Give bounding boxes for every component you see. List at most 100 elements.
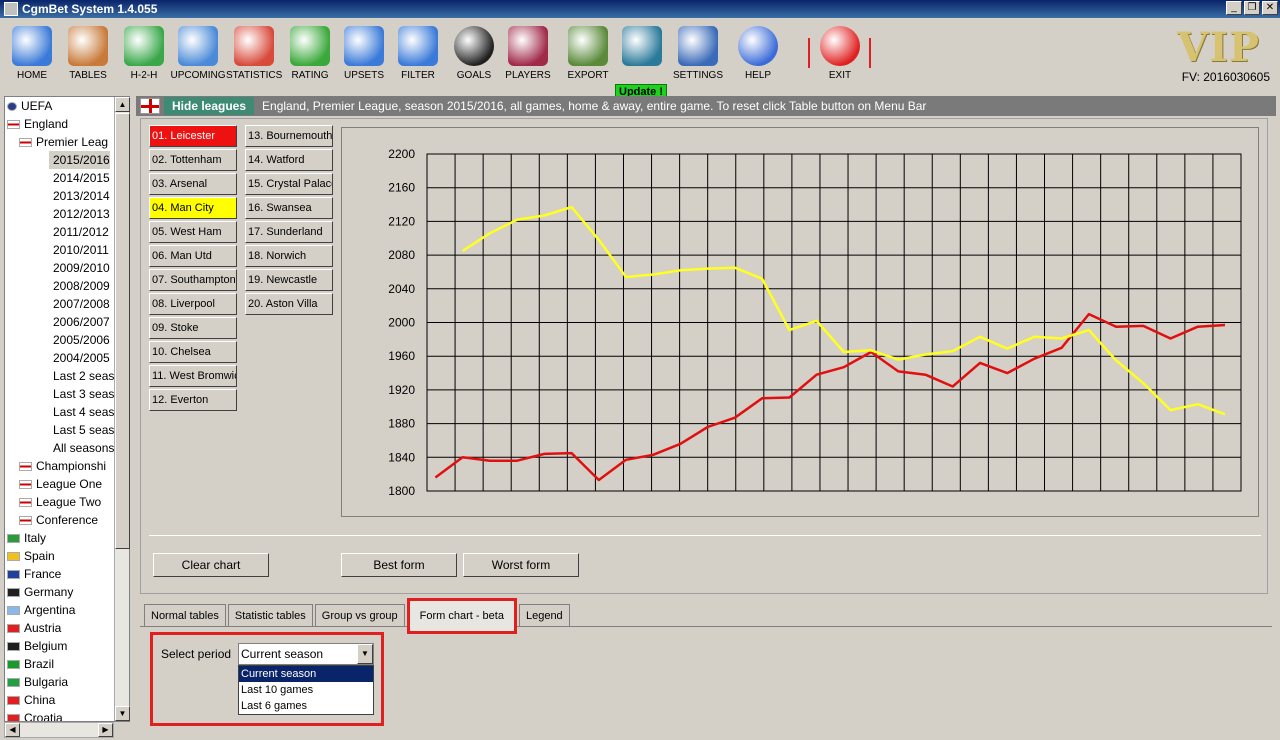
toolbar-button-goals[interactable]: GOALS — [446, 24, 502, 81]
tab-normal-tables[interactable]: Normal tables — [144, 604, 226, 626]
period-option[interactable]: Current season — [239, 666, 373, 682]
team-button[interactable]: 02. Tottenham — [149, 149, 237, 171]
tree-season-item[interactable]: Last 2 seas — [49, 367, 114, 385]
tree-horizontal-scrollbar[interactable]: ◀ ▶ — [4, 722, 114, 738]
tree-node[interactable]: Belgium — [7, 637, 67, 655]
toolbar-button-settings[interactable]: SETTINGS — [670, 24, 726, 81]
tree-season-item[interactable]: 2013/2014 — [49, 187, 110, 205]
team-button[interactable]: 09. Stoke — [149, 317, 237, 339]
tree-node[interactable]: Argentina — [7, 601, 75, 619]
team-button[interactable]: 03. Arsenal — [149, 173, 237, 195]
tree-node[interactable]: UEFA — [7, 97, 52, 115]
tree-node[interactable]: Italy — [7, 529, 46, 547]
tree-node[interactable]: Championshi — [19, 457, 106, 475]
tree-season-item[interactable]: 2004/2005 — [49, 349, 110, 367]
tree-season-item[interactable]: 2015/2016 — [49, 151, 110, 169]
tree-season-item[interactable]: 2009/2010 — [49, 259, 110, 277]
tree-node[interactable]: France — [7, 565, 61, 583]
team-button[interactable]: 18. Norwich — [245, 245, 333, 267]
y-tick-label: 2080 — [388, 248, 415, 262]
team-button[interactable]: 15. Crystal Palace — [245, 173, 333, 195]
tree-season-item[interactable]: 2006/2007 — [49, 313, 110, 331]
toolbar-button-home[interactable]: HOME — [4, 24, 60, 81]
team-button[interactable]: 06. Man Utd — [149, 245, 237, 267]
tree-node[interactable]: Premier Leag — [19, 133, 108, 151]
tree-season-item[interactable]: All seasons — [49, 439, 114, 457]
tab-legend[interactable]: Legend — [518, 604, 570, 626]
tree-node[interactable]: Brazil — [7, 655, 54, 673]
toolbar-button-filter[interactable]: FILTER — [390, 24, 446, 81]
scroll-up-icon[interactable]: ▲ — [115, 97, 130, 112]
toolbar-button-export[interactable]: EXPORT — [560, 24, 616, 81]
tree-season-item[interactable]: Last 5 seas — [49, 421, 114, 439]
period-option[interactable]: Last 6 games — [239, 698, 373, 714]
team-button[interactable]: 08. Liverpool — [149, 293, 237, 315]
scroll-right-icon[interactable]: ▶ — [98, 723, 113, 737]
team-button[interactable]: 12. Everton — [149, 389, 237, 411]
tree-node[interactable]: Spain — [7, 547, 55, 565]
tree-season-item[interactable]: 2014/2015 — [49, 169, 110, 187]
toolbar-button-upcoming[interactable]: UPCOMING — [170, 24, 226, 81]
tab-statistic-tables[interactable]: Statistic tables — [227, 604, 313, 626]
toolbar-button-help[interactable]: HELP — [730, 24, 786, 81]
tree-node[interactable]: Bulgaria — [7, 673, 68, 691]
tree-node[interactable]: Germany — [7, 583, 73, 601]
team-button[interactable]: 13. Bournemouth — [245, 125, 333, 147]
maximize-button[interactable]: ❐ — [1244, 1, 1260, 15]
team-button[interactable]: 05. West Ham — [149, 221, 237, 243]
y-tick-label: 2120 — [388, 214, 415, 228]
tree-node[interactable]: Conference — [19, 511, 98, 529]
tree-season-item[interactable]: 2012/2013 — [49, 205, 110, 223]
toolbar-button-players[interactable]: PLAYERS — [500, 24, 556, 81]
toolbar-button-update[interactable] — [614, 24, 670, 70]
toolbar-button-statistics[interactable]: STATISTICS — [226, 24, 282, 81]
toolbar-button-label: UPSETS — [343, 70, 384, 81]
team-button[interactable]: 01. Leicester — [149, 125, 237, 147]
tree-season-item[interactable]: 2011/2012 — [49, 223, 109, 241]
team-button[interactable]: 17. Sunderland — [245, 221, 333, 243]
toolbar-button-label: H-2-H — [130, 70, 158, 81]
team-button[interactable]: 10. Chelsea — [149, 341, 237, 363]
toolbar-button-rating[interactable]: RATING — [282, 24, 338, 81]
flag-icon — [19, 515, 32, 525]
team-button[interactable]: 11. West Bromwich — [149, 365, 237, 387]
scroll-left-icon[interactable]: ◀ — [5, 723, 20, 737]
tree-season-item[interactable]: Last 3 seas — [49, 385, 114, 403]
toolbar-button-exit[interactable]: EXIT — [812, 24, 868, 81]
chevron-down-icon[interactable]: ▼ — [357, 644, 373, 664]
team-button[interactable]: 07. Southampton — [149, 269, 237, 291]
toolbar-button-h2h[interactable]: H-2-H — [116, 24, 172, 81]
close-button[interactable]: ✕ — [1262, 1, 1278, 15]
minimize-button[interactable]: _ — [1226, 1, 1242, 15]
scroll-thumb[interactable] — [115, 113, 130, 549]
toolbar-button-label: STATISTICS — [226, 70, 283, 81]
tree-season-item[interactable]: 2010/2011 — [49, 241, 109, 259]
period-select[interactable]: Current season ▼ — [238, 643, 374, 665]
worst-form-button[interactable]: Worst form — [463, 553, 579, 577]
toolbar-button-upsets[interactable]: UPSETS — [336, 24, 392, 81]
tree-vertical-scrollbar[interactable]: ▲ ▼ — [114, 97, 130, 721]
tree-season-item[interactable]: 2007/2008 — [49, 295, 110, 313]
period-option[interactable]: Last 10 games — [239, 682, 373, 698]
team-button[interactable]: 14. Watford — [245, 149, 333, 171]
tree-node[interactable]: Austria — [7, 619, 61, 637]
tree-season-item[interactable]: 2005/2006 — [49, 331, 110, 349]
tree-node[interactable]: League One — [19, 475, 102, 493]
team-button[interactable]: 04. Man City — [149, 197, 237, 219]
tree-season-item[interactable]: 2008/2009 — [49, 277, 110, 295]
clear-chart-button[interactable]: Clear chart — [153, 553, 269, 577]
tree-node[interactable]: China — [7, 691, 55, 709]
toolbar-button-tables[interactable]: TABLES — [60, 24, 116, 81]
team-button[interactable]: 20. Aston Villa — [245, 293, 333, 315]
tree-node[interactable]: Croatia — [7, 709, 63, 721]
team-button[interactable]: 16. Swansea — [245, 197, 333, 219]
tree-node[interactable]: League Two — [19, 493, 101, 511]
best-form-button[interactable]: Best form — [341, 553, 457, 577]
hide-leagues-button[interactable]: Hide leagues — [164, 97, 255, 115]
scroll-down-icon[interactable]: ▼ — [115, 706, 130, 721]
team-button[interactable]: 19. Newcastle — [245, 269, 333, 291]
tab-form-chart[interactable]: Form chart - beta — [406, 598, 517, 634]
tree-node[interactable]: England — [7, 115, 68, 133]
tree-season-item[interactable]: Last 4 seas — [49, 403, 114, 421]
tab-group-vs-group[interactable]: Group vs group — [314, 604, 405, 626]
